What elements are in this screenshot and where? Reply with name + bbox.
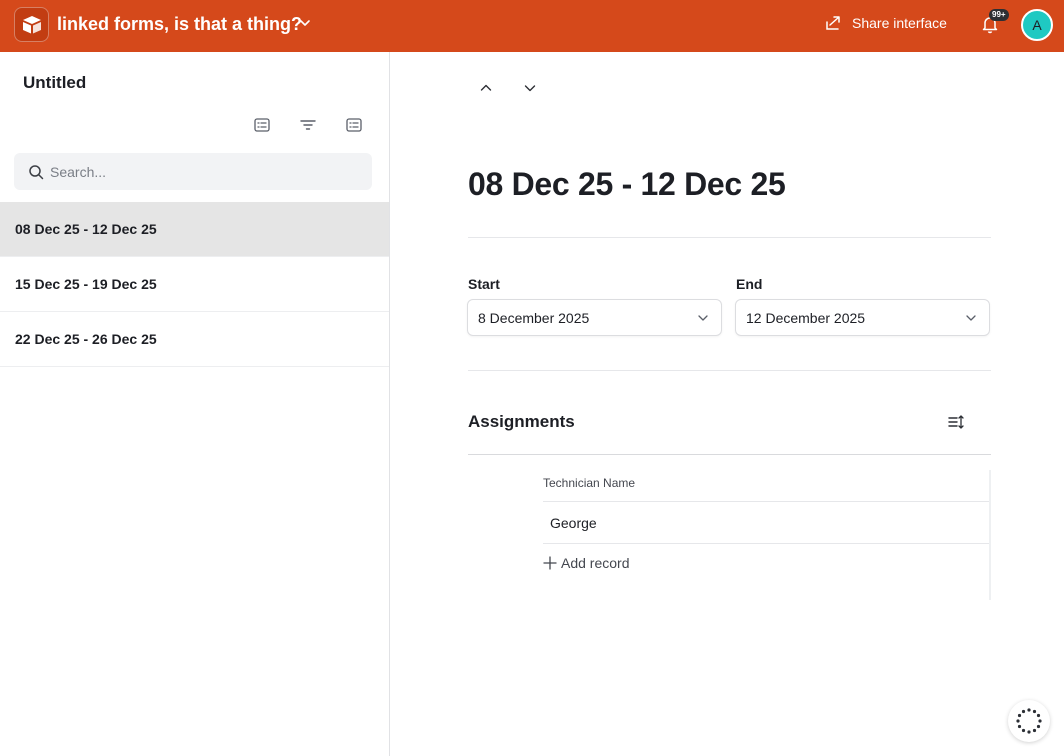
- share-interface-button[interactable]: Share interface: [824, 14, 947, 32]
- plus-icon: [543, 556, 557, 570]
- table-row[interactable]: George: [550, 515, 597, 531]
- divider: [468, 237, 991, 238]
- record-title: 08 Dec 25 - 12 Dec 25: [468, 166, 786, 202]
- list-view-icon[interactable]: [253, 116, 271, 134]
- end-label: End: [736, 276, 763, 292]
- list-item[interactable]: 22 Dec 25 - 26 Dec 25: [0, 312, 389, 367]
- avatar[interactable]: A: [1021, 9, 1053, 41]
- base-title[interactable]: linked forms, is that a thing?: [57, 14, 302, 35]
- add-record-label: Add record: [561, 555, 630, 571]
- list-item[interactable]: 15 Dec 25 - 19 Dec 25: [0, 257, 389, 312]
- search-input[interactable]: [50, 163, 350, 180]
- end-date-select[interactable]: 12 December 2025: [735, 299, 990, 336]
- table-scrollbar[interactable]: [989, 470, 991, 600]
- start-label: Start: [468, 276, 500, 292]
- table-divider: [543, 501, 991, 502]
- end-date-value: 12 December 2025: [746, 309, 866, 326]
- row-height-icon[interactable]: [947, 413, 965, 431]
- add-record-button[interactable]: Add record: [543, 555, 629, 571]
- chevron-down-icon: [698, 315, 708, 321]
- top-bar: linked forms, is that a thing? Share int…: [0, 0, 1064, 52]
- notification-badge: 99+: [989, 9, 1009, 21]
- chevron-down-icon[interactable]: [298, 16, 312, 30]
- sidebar: Untitled 08 Dec 25 - 12 Dec 25 15 Dec 25…: [0, 52, 390, 756]
- sort-icon[interactable]: [345, 116, 363, 134]
- start-date-select[interactable]: 8 December 2025: [467, 299, 722, 336]
- divider: [468, 370, 991, 371]
- table-divider: [543, 543, 991, 544]
- loading-spinner[interactable]: [1008, 700, 1050, 742]
- search-icon: [29, 164, 44, 179]
- divider: [468, 454, 991, 455]
- sidebar-title: Untitled: [23, 73, 87, 92]
- start-date-value: 8 December 2025: [478, 309, 590, 326]
- search-box[interactable]: [14, 153, 372, 190]
- chevron-up-icon[interactable]: [478, 80, 494, 96]
- share-interface-label: Share interface: [852, 15, 947, 31]
- share-icon: [826, 16, 840, 30]
- column-header-technician-name[interactable]: Technician Name: [543, 476, 635, 490]
- assignments-title: Assignments: [468, 412, 575, 431]
- chevron-down-icon: [966, 315, 976, 321]
- chevron-down-icon[interactable]: [522, 80, 538, 96]
- filter-icon[interactable]: [299, 116, 317, 134]
- spinner-icon: [1016, 708, 1042, 734]
- app-logo-icon[interactable]: [14, 7, 49, 42]
- list-item[interactable]: 08 Dec 25 - 12 Dec 25: [0, 202, 389, 257]
- record-list: 08 Dec 25 - 12 Dec 25 15 Dec 25 - 19 Dec…: [0, 202, 389, 367]
